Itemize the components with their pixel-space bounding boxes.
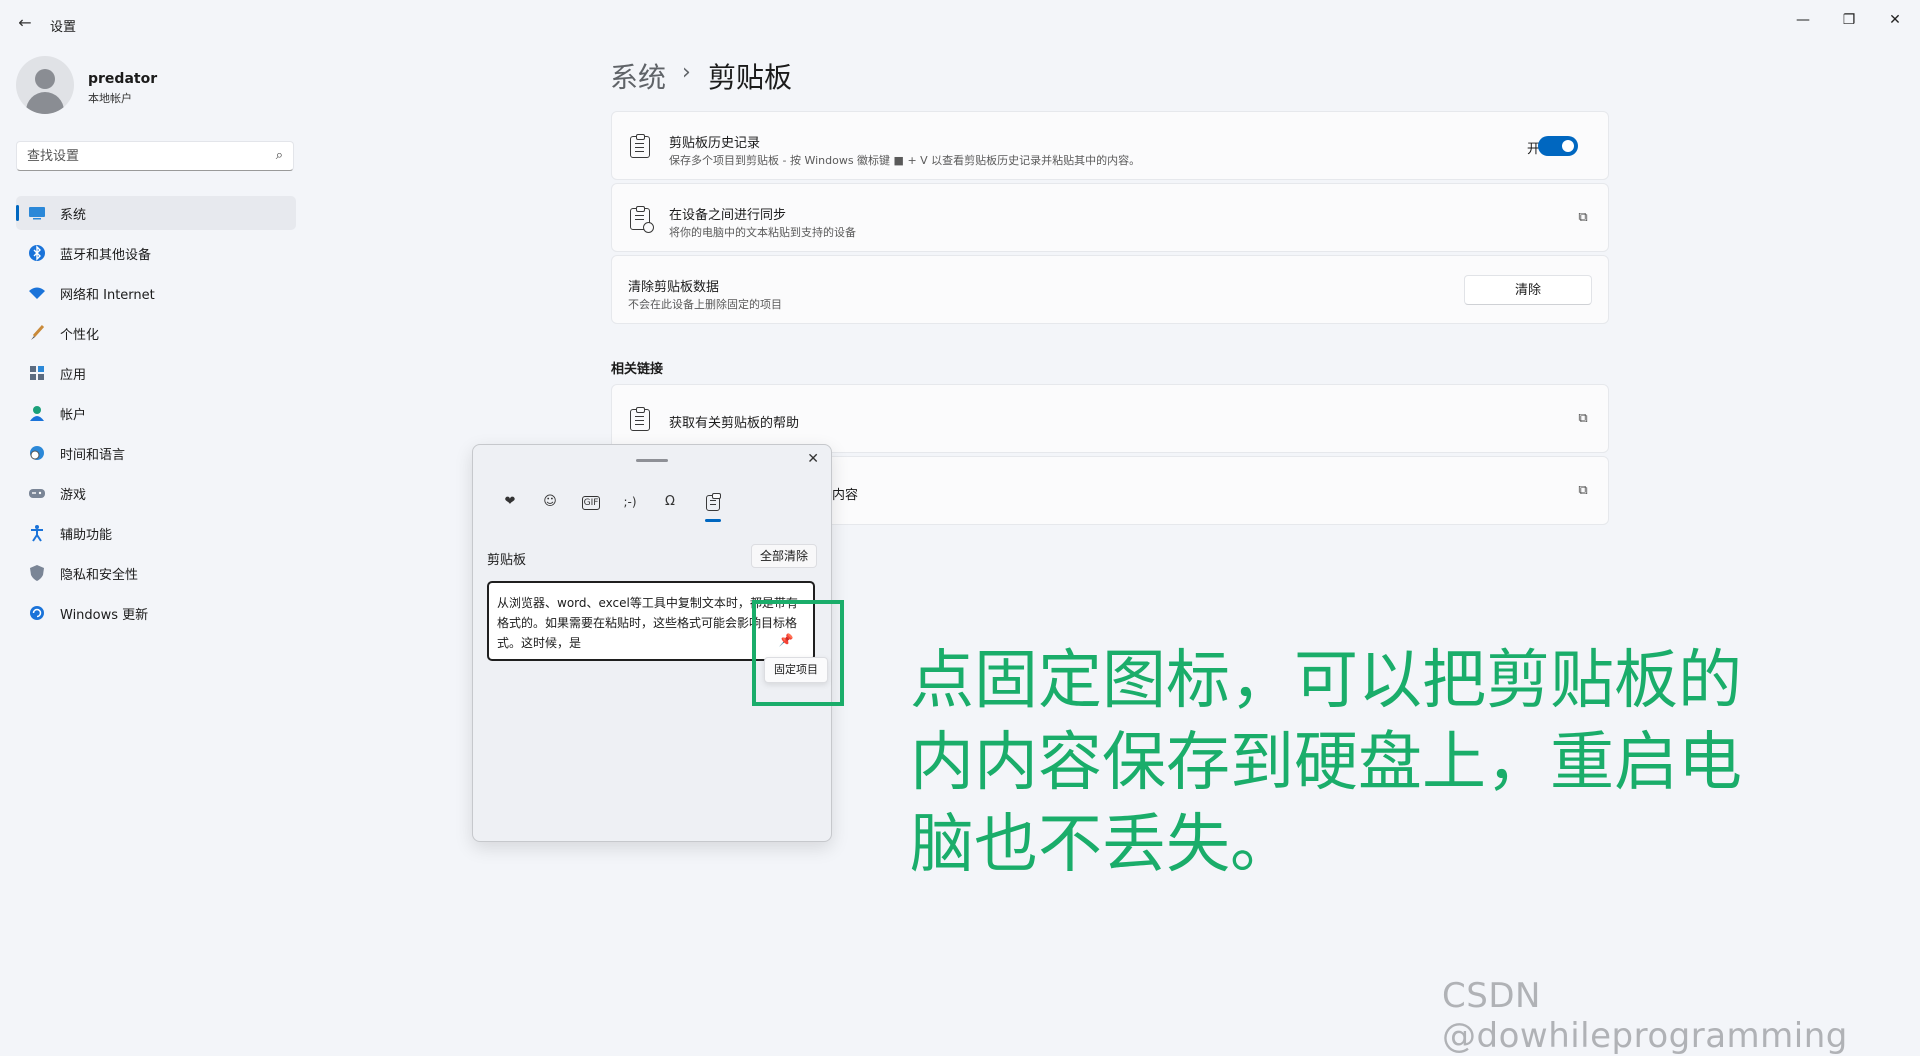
globe-clock-icon [28,444,46,462]
highlight-box [752,600,844,706]
clipboard-history-title: 剪贴板历史记录 [669,136,761,151]
person-icon [28,404,46,422]
tab-gif-icon[interactable]: GIF [582,496,600,510]
tab-symbols-icon[interactable]: Ω [657,491,683,513]
close-icon[interactable]: ✕ [807,451,819,467]
clipboard-history-card: 剪贴板历史记录 保存多个项目到剪贴板 - 按 Windows 徽标键 ■ + V… [611,111,1609,180]
page-title: 剪贴板 [708,61,793,94]
sidebar-item-label: 蓝牙和其他设备 [60,247,152,263]
clipboard-history-toggle[interactable] [1538,136,1578,156]
search-box[interactable]: ⌕ [16,141,294,171]
sidebar-item-system[interactable]: 系统 [16,196,296,230]
search-input[interactable] [17,142,257,170]
external-link-icon: ⧉ [1578,411,1588,426]
help-link-label: 获取有关剪贴板的帮助 [669,416,800,431]
tab-recent-icon[interactable]: ❤ [497,491,523,513]
gamepad-icon [28,484,46,502]
sidebar-item-gaming[interactable]: 游戏 [16,476,296,510]
sidebar-item-bluetooth[interactable]: 蓝牙和其他设备 [16,236,296,270]
sidebar-item-label: 系统 [60,207,87,223]
sidebar-item-label: 时间和语言 [60,447,126,463]
clipboard-icon [630,407,650,431]
sidebar-item-label: 辅助功能 [60,527,113,543]
brush-icon [28,324,46,342]
minimize-button[interactable]: — [1780,6,1826,34]
content-link-label: 内容 [832,488,859,503]
sidebar-item-label: 网络和 Internet [60,287,155,303]
restore-button[interactable]: ❐ [1826,6,1872,34]
sidebar-item-label: 帐户 [60,407,87,423]
watermark: CSDN @dowhileprogramming [1442,976,1848,1056]
search-icon[interactable]: ⌕ [276,148,283,163]
sync-title: 在设备之间进行同步 [669,208,787,223]
clipboard-label: 剪贴板 [487,553,527,568]
sidebar-item-label: 隐私和安全性 [60,567,139,583]
back-arrow-icon[interactable]: ← [16,14,34,32]
sidebar-item-personalization[interactable]: 个性化 [16,316,296,350]
avatar[interactable] [16,56,74,114]
active-tab-indicator [705,519,721,522]
sidebar-item-label: 游戏 [60,487,87,503]
sidebar-item-label: 应用 [60,367,87,383]
shield-icon [28,564,46,582]
related-links-title: 相关链接 [611,362,664,377]
monitor-icon [28,204,46,222]
user-name: predator [88,71,158,87]
clipboard-icon [630,134,650,158]
clear-data-subtitle: 不会在此设备上删除固定的项目 [628,298,782,311]
window-title: 设置 [50,20,77,35]
breadcrumb-parent[interactable]: 系统 [610,56,666,96]
sidebar-item-apps[interactable]: 应用 [16,356,296,390]
clear-data-title: 清除剪贴板数据 [628,280,720,295]
sync-subtitle: 将你的电脑中的文本粘贴到支持的设备 [669,226,856,239]
external-link-icon: ⧉ [1578,483,1588,498]
sidebar-item-accounts[interactable]: 帐户 [16,396,296,430]
sidebar-item-time-language[interactable]: 时间和语言 [16,436,296,470]
update-icon [28,604,46,622]
bluetooth-icon [28,244,46,262]
clipboard-sync-icon [630,206,654,233]
clear-button[interactable]: 清除 [1464,275,1592,305]
close-button[interactable]: ✕ [1872,6,1918,34]
related-link-help[interactable]: 获取有关剪贴板的帮助 ⧉ [611,384,1609,453]
clear-data-card: 清除剪贴板数据 不会在此设备上删除固定的项目 清除 [611,255,1609,324]
wifi-icon [28,284,46,302]
apps-icon [28,364,46,382]
tab-clipboard-icon[interactable] [700,491,726,513]
sidebar-item-privacy[interactable]: 隐私和安全性 [16,556,296,590]
sidebar-item-label: 个性化 [60,327,100,343]
sidebar-item-network[interactable]: 网络和 Internet [16,276,296,310]
sidebar-item-accessibility[interactable]: 辅助功能 [16,516,296,550]
clear-all-button[interactable]: 全部清除 [751,544,817,568]
accessibility-icon [28,524,46,542]
external-link-icon: ⧉ [1578,210,1588,225]
breadcrumb-separator: › [682,60,691,85]
account-type: 本地帐户 [88,92,132,105]
active-indicator [16,205,19,221]
annotation-text: 点固定图标，可以把剪贴板的内内容保存到硬盘上，重启电脑也不丢失。 [910,644,1742,882]
tab-kaomoji-icon[interactable]: ;-) [617,491,643,513]
sync-devices-card[interactable]: 在设备之间进行同步 将你的电脑中的文本粘贴到支持的设备 ⧉ [611,183,1609,252]
clipboard-history-subtitle: 保存多个项目到剪贴板 - 按 Windows 徽标键 ■ + V 以查看剪贴板历… [669,154,1141,167]
sidebar-item-label: Windows 更新 [60,607,149,623]
tab-emoji-icon[interactable]: ☺ [537,491,563,513]
sidebar-item-windows-update[interactable]: Windows 更新 [16,596,296,630]
drag-handle[interactable] [636,459,668,462]
